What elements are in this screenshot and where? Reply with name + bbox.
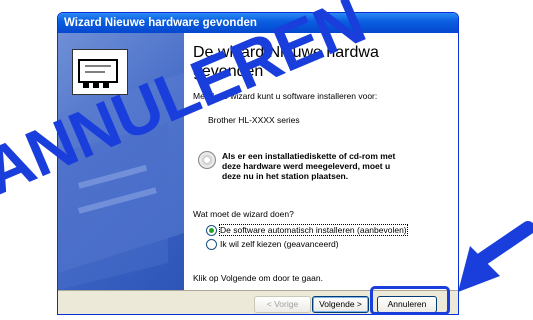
continue-instruction: Klik op Volgende om door te gaan.: [193, 273, 323, 283]
cd-instruction-line3: deze nu in het station plaatsen.: [222, 171, 349, 181]
cd-instruction: Als er een installatiediskette of cd-rom…: [222, 151, 395, 181]
next-button[interactable]: Volgende >: [312, 296, 369, 313]
radio-manual-install[interactable]: [206, 239, 217, 250]
cd-rom-icon: [198, 151, 216, 169]
option-auto-label[interactable]: De software automatisch installeren (aan…: [219, 224, 408, 236]
back-button[interactable]: < Vorige: [254, 296, 311, 313]
cd-instruction-line1: Als er een installatiediskette of cd-rom…: [222, 151, 396, 161]
cd-instruction-line2: deze hardware werd meegeleverd, moet u: [222, 161, 391, 171]
cancel-highlight-box: [370, 286, 450, 315]
option-manual-label[interactable]: Ik wil zelf kiezen (geavanceerd): [220, 239, 339, 249]
pointer-arrow-icon: [458, 221, 533, 292]
question-text: Wat moet de wizard doen?: [193, 209, 294, 219]
radio-auto-install[interactable]: [206, 225, 217, 236]
